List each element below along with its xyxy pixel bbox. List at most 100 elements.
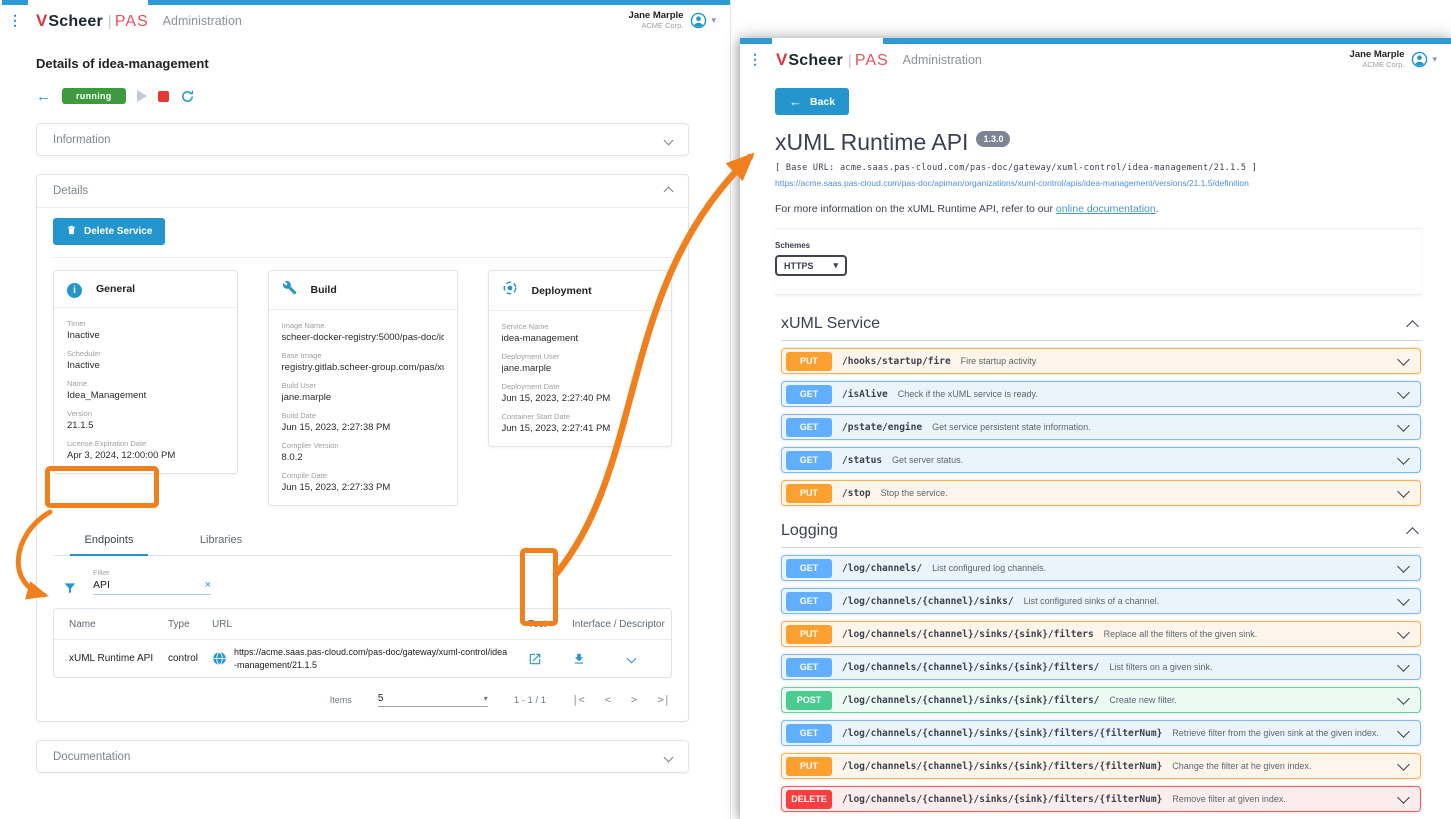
endpoint-url[interactable]: https://acme.saas.pas-cloud.com/pas-doc/… [234,646,524,670]
expand-endpoint-chevron-icon[interactable] [1397,484,1410,498]
filter-funnel-icon[interactable] [63,581,77,595]
test-open-in-new-icon[interactable] [528,652,542,666]
expand-endpoint-chevron-icon[interactable] [1397,658,1410,672]
api-definition-link[interactable]: https://acme.saas.pas-cloud.com/pas-doc/… [775,178,1421,188]
api-endpoint-row[interactable]: POST/log/channels/{channel}/sinks/{sink}… [781,687,1421,713]
expand-endpoint-chevron-icon[interactable] [1397,790,1410,804]
api-endpoint-row[interactable]: PUT/log/channels/{channel}/sinks/{sink}/… [781,621,1421,647]
filter-input[interactable]: Filter API × [93,568,211,595]
user-avatar-icon[interactable] [1411,51,1428,68]
api-endpoint-row[interactable]: GET/log/channels/{channel}/sinks/List co… [781,588,1421,614]
stop-icon[interactable] [157,90,169,102]
user-org: ACME Corp. [641,20,684,30]
user-avatar-icon[interactable] [690,12,707,29]
endpoint-description: List configured log channels. [932,563,1047,573]
api-endpoint-row[interactable]: GET/status Get server status. [781,447,1421,473]
expand-endpoint-chevron-icon[interactable] [1397,724,1410,738]
filter-value[interactable]: API [93,579,110,591]
method-badge: PUT [786,624,832,644]
endpoints-table: Name Type URL Test Interface / Descripto… [53,608,672,678]
schemes-select[interactable]: HTTPS ▾ [775,255,847,276]
page-range: 1 - 1 / 1 [513,694,547,706]
field-value: Idea_Management [67,390,147,401]
endpoint-description: Remove filter at given index. [1172,794,1286,804]
kebab-menu-icon[interactable]: ⋮ [8,12,28,29]
api-section-header[interactable]: Persistent State classes [781,812,1421,819]
delete-service-button[interactable]: Delete Service [53,218,166,245]
filter-row: Filter API × [53,568,672,595]
api-endpoint-row[interactable]: PUT/log/channels/{channel}/sinks/{sink}/… [781,753,1421,779]
top-strip-segment [148,0,730,5]
method-badge: GET [786,417,832,437]
expand-row-chevron-icon[interactable] [626,653,637,664]
expand-endpoint-chevron-icon[interactable] [1397,592,1410,606]
collapse-section-chevron-icon[interactable] [1406,526,1419,540]
endpoint-path: /status [842,454,883,466]
field-label: Service Name [501,322,549,331]
api-endpoint-row[interactable]: GET/isAlive Check if the xUML service is … [781,381,1421,407]
play-icon[interactable] [136,90,147,102]
method-badge: GET [786,723,832,743]
field-label: Scheduler [67,349,101,358]
documentation-panel[interactable]: Documentation [36,740,689,773]
chevron-up-icon[interactable] [663,186,674,196]
card-header: Deployment [488,271,671,311]
endpoint-description: Retrieve filter from the given sink at t… [1172,728,1379,738]
clear-filter-icon[interactable]: × [205,579,211,591]
field-value: Inactive [67,360,100,371]
page-size-select[interactable]: 5 ▾ [377,693,488,707]
user-org: ACME Corp. [1362,59,1405,69]
api-section: xUML Service PUT/hooks/startup/fire Fire s… [781,299,1421,506]
information-panel[interactable]: Information [36,123,689,156]
api-endpoint-row[interactable]: DELETE/log/channels/{channel}/sinks/{sin… [781,786,1421,812]
first-page-button[interactable]: |< [572,694,585,706]
field-label: License Expiration Date [67,439,147,448]
expand-endpoint-chevron-icon[interactable] [1397,418,1410,432]
expand-endpoint-chevron-icon[interactable] [1397,757,1410,771]
last-page-button[interactable]: >| [657,694,670,706]
next-page-button[interactable]: > [631,694,637,706]
expand-endpoint-chevron-icon[interactable] [1397,691,1410,705]
back-arrow-icon[interactable]: ← [36,88,51,105]
api-section-header[interactable]: xUML Service [781,299,1421,341]
online-documentation-link[interactable]: online documentation [1056,203,1156,215]
tab-libraries[interactable]: Libraries [165,524,277,555]
api-section-header[interactable]: Logging [781,506,1421,548]
endpoint-description: List filters on a given sink. [1109,662,1213,672]
method-badge: DELETE [786,789,832,809]
expand-endpoint-chevron-icon[interactable] [1397,352,1410,366]
field-value: 8.0.2 [281,452,303,463]
back-button[interactable]: ← Back [775,88,850,115]
app-bar: ⋮ V Scheer | PAS Administration Jane Mar… [0,5,730,36]
api-endpoint-row[interactable]: GET/pstate/engine Get service persistent … [781,414,1421,440]
endpoint-path: /hooks/startup/fire [842,355,951,367]
expand-endpoint-chevron-icon[interactable] [1397,385,1410,399]
collapse-section-chevron-icon[interactable] [1406,319,1419,333]
endpoint-description: Get service persistent state information… [932,422,1091,432]
field-label: Compiler Version [281,441,339,450]
kebab-menu-icon[interactable]: ⋮ [748,51,768,68]
tab-endpoints[interactable]: Endpoints [53,524,165,556]
expand-endpoint-chevron-icon[interactable] [1397,625,1410,639]
api-endpoint-row[interactable]: GET/log/channels/{channel}/sinks/{sink}/… [781,654,1421,680]
api-endpoint-row[interactable]: GET/log/channels/List configured log cha… [781,555,1421,581]
method-badge: GET [786,384,832,404]
prev-page-button[interactable]: < [605,694,611,706]
expand-endpoint-chevron-icon[interactable] [1397,451,1410,465]
restart-icon[interactable] [180,89,195,104]
chevron-down-icon[interactable] [663,135,674,145]
card-body: Service Name idea-management Deployment Us… [489,311,672,446]
api-section-title: Logging [781,522,838,539]
method-badge: PUT [786,483,832,503]
user-menu-caret-icon[interactable]: ▾ [711,15,716,26]
api-endpoint-row[interactable]: GET/log/channels/{channel}/sinks/{sink}/… [781,720,1421,746]
endpoint-path: /isAlive [842,388,888,400]
api-endpoint-row[interactable]: PUT/stop Stop the service. [781,480,1421,506]
download-descriptor-icon[interactable] [572,652,586,666]
card-body: Timer Inactive Scheduler Inactive Name Idea_M… [54,308,237,473]
api-endpoint-row[interactable]: PUT/hooks/startup/fire Fire startup activ… [781,348,1421,374]
chevron-down-icon[interactable] [663,752,674,762]
expand-endpoint-chevron-icon[interactable] [1397,559,1410,573]
field-label: Compile Date [281,471,327,480]
user-menu-caret-icon[interactable]: ▾ [1432,54,1437,65]
